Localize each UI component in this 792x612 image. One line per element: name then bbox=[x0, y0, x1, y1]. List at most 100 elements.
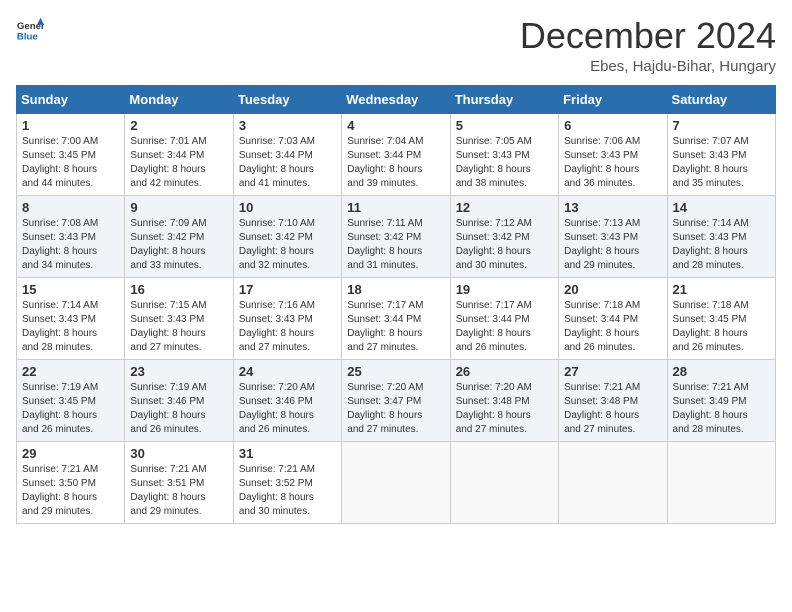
calendar-week-2: 8Sunrise: 7:08 AM Sunset: 3:43 PM Daylig… bbox=[17, 195, 776, 277]
calendar-cell: 24Sunrise: 7:20 AM Sunset: 3:46 PM Dayli… bbox=[233, 359, 341, 441]
cell-sun-info: Sunrise: 7:14 AM Sunset: 3:43 PM Dayligh… bbox=[22, 299, 119, 355]
day-number: 21 bbox=[673, 282, 770, 297]
calendar-cell: 15Sunrise: 7:14 AM Sunset: 3:43 PM Dayli… bbox=[17, 277, 125, 359]
cell-sun-info: Sunrise: 7:01 AM Sunset: 3:44 PM Dayligh… bbox=[130, 135, 227, 191]
calendar-cell: 22Sunrise: 7:19 AM Sunset: 3:45 PM Dayli… bbox=[17, 359, 125, 441]
calendar-cell: 10 Sunrise: 7:10 AM Sunset: 3:42 PM Dayli… bbox=[233, 195, 341, 277]
day-header-saturday: Saturday bbox=[667, 85, 775, 113]
cell-sun-info: Sunrise: 7:07 AM Sunset: 3:43 PM Dayligh… bbox=[673, 135, 770, 191]
day-header-monday: Monday bbox=[125, 85, 233, 113]
calendar-header-row: SundayMondayTuesdayWednesdayThursdayFrid… bbox=[17, 85, 776, 113]
day-number: 5 bbox=[456, 118, 553, 133]
cell-sun-info: Sunrise: 7:15 AM Sunset: 3:43 PM Dayligh… bbox=[130, 299, 227, 355]
cell-sun-info: Sunrise: 7:13 AM Sunset: 3:43 PM Dayligh… bbox=[564, 217, 661, 273]
calendar-cell: 12Sunrise: 7:12 AM Sunset: 3:42 PM Dayli… bbox=[450, 195, 558, 277]
calendar-cell: 4 Sunrise: 7:04 AM Sunset: 3:44 PM Daylig… bbox=[342, 113, 450, 195]
calendar-cell: 25 Sunrise: 7:20 AM Sunset: 3:47 PM Dayli… bbox=[342, 359, 450, 441]
calendar-cell: 8Sunrise: 7:08 AM Sunset: 3:43 PM Daylig… bbox=[17, 195, 125, 277]
calendar-cell: 19Sunrise: 7:17 AM Sunset: 3:44 PM Dayli… bbox=[450, 277, 558, 359]
day-number: 30 bbox=[130, 446, 227, 461]
svg-text:Blue: Blue bbox=[17, 32, 38, 43]
cell-sun-info: Sunrise: 7:17 AM Sunset: 3:44 PM Dayligh… bbox=[456, 299, 553, 355]
cell-sun-info: Sunrise: 7:12 AM Sunset: 3:42 PM Dayligh… bbox=[456, 217, 553, 273]
day-number: 4 bbox=[347, 118, 444, 133]
day-header-tuesday: Tuesday bbox=[233, 85, 341, 113]
calendar-table: SundayMondayTuesdayWednesdayThursdayFrid… bbox=[16, 85, 776, 524]
day-number: 26 bbox=[456, 364, 553, 379]
day-number: 1 bbox=[22, 118, 119, 133]
calendar-cell: 30Sunrise: 7:21 AM Sunset: 3:51 PM Dayli… bbox=[125, 441, 233, 523]
day-number: 18 bbox=[347, 282, 444, 297]
cell-sun-info: Sunrise: 7:06 AM Sunset: 3:43 PM Dayligh… bbox=[564, 135, 661, 191]
day-number: 31 bbox=[239, 446, 336, 461]
calendar-cell: 20 Sunrise: 7:18 AM Sunset: 3:44 PM Dayli… bbox=[559, 277, 667, 359]
day-number: 10 bbox=[239, 200, 336, 215]
calendar-cell: 17Sunrise: 7:16 AM Sunset: 3:43 PM Dayli… bbox=[233, 277, 341, 359]
cell-sun-info: Sunrise: 7:05 AM Sunset: 3:43 PM Dayligh… bbox=[456, 135, 553, 191]
calendar-cell: 27 Sunrise: 7:21 AM Sunset: 3:48 PM Dayli… bbox=[559, 359, 667, 441]
cell-sun-info: Sunrise: 7:21 AM Sunset: 3:48 PM Dayligh… bbox=[564, 381, 661, 437]
calendar-cell: 1 Sunrise: 7:00 AM Sunset: 3:45 PM Daylig… bbox=[17, 113, 125, 195]
calendar-cell: 31 Sunrise: 7:21 AM Sunset: 3:52 PM Dayli… bbox=[233, 441, 341, 523]
calendar-cell bbox=[450, 441, 558, 523]
cell-sun-info: Sunrise: 7:04 AM Sunset: 3:44 PM Dayligh… bbox=[347, 135, 444, 191]
calendar-cell: 26Sunrise: 7:20 AM Sunset: 3:48 PM Dayli… bbox=[450, 359, 558, 441]
day-number: 16 bbox=[130, 282, 227, 297]
calendar-cell: 3Sunrise: 7:03 AM Sunset: 3:44 PM Daylig… bbox=[233, 113, 341, 195]
cell-sun-info: Sunrise: 7:16 AM Sunset: 3:43 PM Dayligh… bbox=[239, 299, 336, 355]
calendar-cell: 16 Sunrise: 7:15 AM Sunset: 3:43 PM Dayli… bbox=[125, 277, 233, 359]
calendar-cell bbox=[667, 441, 775, 523]
logo-icon: General Blue bbox=[16, 16, 44, 44]
page-header: General Blue December 2024 Ebes, Hajdu-B… bbox=[16, 16, 776, 75]
day-number: 14 bbox=[673, 200, 770, 215]
cell-sun-info: Sunrise: 7:21 AM Sunset: 3:49 PM Dayligh… bbox=[673, 381, 770, 437]
cell-sun-info: Sunrise: 7:21 AM Sunset: 3:52 PM Dayligh… bbox=[239, 463, 336, 519]
day-number: 9 bbox=[130, 200, 227, 215]
calendar-cell: 9Sunrise: 7:09 AM Sunset: 3:42 PM Daylig… bbox=[125, 195, 233, 277]
calendar-cell: 18 Sunrise: 7:17 AM Sunset: 3:44 PM Dayli… bbox=[342, 277, 450, 359]
cell-sun-info: Sunrise: 7:17 AM Sunset: 3:44 PM Dayligh… bbox=[347, 299, 444, 355]
day-number: 7 bbox=[673, 118, 770, 133]
day-number: 20 bbox=[564, 282, 661, 297]
day-number: 24 bbox=[239, 364, 336, 379]
calendar-cell: 2 Sunrise: 7:01 AM Sunset: 3:44 PM Daylig… bbox=[125, 113, 233, 195]
calendar-cell: 13 Sunrise: 7:13 AM Sunset: 3:43 PM Dayli… bbox=[559, 195, 667, 277]
cell-sun-info: Sunrise: 7:11 AM Sunset: 3:42 PM Dayligh… bbox=[347, 217, 444, 273]
day-header-wednesday: Wednesday bbox=[342, 85, 450, 113]
calendar-week-4: 22Sunrise: 7:19 AM Sunset: 3:45 PM Dayli… bbox=[17, 359, 776, 441]
cell-sun-info: Sunrise: 7:03 AM Sunset: 3:44 PM Dayligh… bbox=[239, 135, 336, 191]
cell-sun-info: Sunrise: 7:21 AM Sunset: 3:50 PM Dayligh… bbox=[22, 463, 119, 519]
calendar-cell: 7 Sunrise: 7:07 AM Sunset: 3:43 PM Daylig… bbox=[667, 113, 775, 195]
day-header-friday: Friday bbox=[559, 85, 667, 113]
cell-sun-info: Sunrise: 7:14 AM Sunset: 3:43 PM Dayligh… bbox=[673, 217, 770, 273]
calendar-cell bbox=[342, 441, 450, 523]
calendar-week-1: 1 Sunrise: 7:00 AM Sunset: 3:45 PM Daylig… bbox=[17, 113, 776, 195]
calendar-cell: 29 Sunrise: 7:21 AM Sunset: 3:50 PM Dayli… bbox=[17, 441, 125, 523]
logo: General Blue bbox=[16, 16, 44, 44]
location: Ebes, Hajdu-Bihar, Hungary bbox=[520, 58, 776, 75]
calendar-cell bbox=[559, 441, 667, 523]
day-number: 28 bbox=[673, 364, 770, 379]
calendar-cell: 5 Sunrise: 7:05 AM Sunset: 3:43 PM Daylig… bbox=[450, 113, 558, 195]
cell-sun-info: Sunrise: 7:18 AM Sunset: 3:44 PM Dayligh… bbox=[564, 299, 661, 355]
title-block: December 2024 Ebes, Hajdu-Bihar, Hungary bbox=[520, 16, 776, 75]
day-number: 11 bbox=[347, 200, 444, 215]
calendar-cell: 14 Sunrise: 7:14 AM Sunset: 3:43 PM Dayli… bbox=[667, 195, 775, 277]
day-number: 22 bbox=[22, 364, 119, 379]
calendar-cell: 28 Sunrise: 7:21 AM Sunset: 3:49 PM Dayli… bbox=[667, 359, 775, 441]
cell-sun-info: Sunrise: 7:20 AM Sunset: 3:47 PM Dayligh… bbox=[347, 381, 444, 437]
calendar-cell: 23Sunrise: 7:19 AM Sunset: 3:46 PM Dayli… bbox=[125, 359, 233, 441]
calendar-week-3: 15Sunrise: 7:14 AM Sunset: 3:43 PM Dayli… bbox=[17, 277, 776, 359]
day-number: 25 bbox=[347, 364, 444, 379]
cell-sun-info: Sunrise: 7:18 AM Sunset: 3:45 PM Dayligh… bbox=[673, 299, 770, 355]
day-header-thursday: Thursday bbox=[450, 85, 558, 113]
cell-sun-info: Sunrise: 7:00 AM Sunset: 3:45 PM Dayligh… bbox=[22, 135, 119, 191]
cell-sun-info: Sunrise: 7:10 AM Sunset: 3:42 PM Dayligh… bbox=[239, 217, 336, 273]
day-number: 13 bbox=[564, 200, 661, 215]
day-number: 27 bbox=[564, 364, 661, 379]
day-number: 6 bbox=[564, 118, 661, 133]
day-number: 2 bbox=[130, 118, 227, 133]
calendar-cell: 6 Sunrise: 7:06 AM Sunset: 3:43 PM Daylig… bbox=[559, 113, 667, 195]
month-year: December 2024 bbox=[520, 16, 776, 56]
day-number: 29 bbox=[22, 446, 119, 461]
